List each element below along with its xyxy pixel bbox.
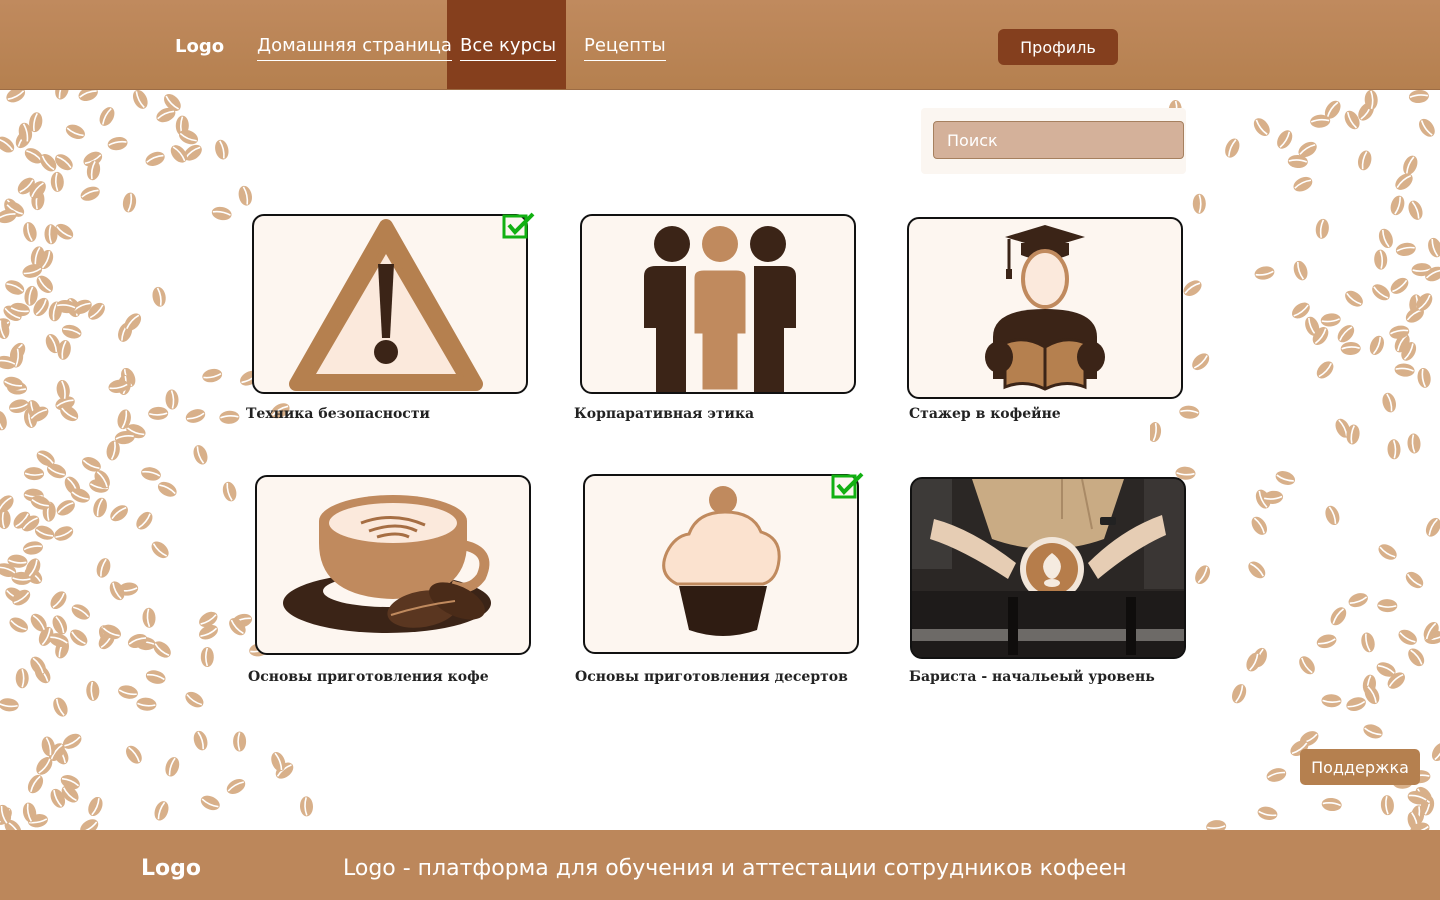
course-title[interactable]: Основы приготовления десертов	[575, 669, 848, 685]
team-icon	[644, 226, 796, 392]
search-panel	[921, 108, 1186, 174]
barista-latte-photo	[912, 479, 1184, 657]
course-image[interactable]	[907, 217, 1183, 399]
course-image[interactable]	[255, 475, 531, 655]
nav-link-all-courses[interactable]: Все курсы	[460, 35, 557, 61]
coffee-cup-icon	[283, 495, 491, 633]
footer: Logo Logo - платформа для обучения и атт…	[0, 830, 1440, 900]
course-title[interactable]: Основы приготовления кофе	[248, 669, 489, 685]
search-input[interactable]	[933, 121, 1184, 159]
nav-link-recipes[interactable]: Рецепты	[584, 35, 666, 61]
course-image[interactable]	[580, 214, 856, 394]
footer-tagline: Logo - платформа для обучения и аттестац…	[343, 856, 1127, 881]
graduate-reading-icon	[985, 225, 1105, 391]
course-image[interactable]	[583, 474, 859, 654]
course-image[interactable]	[910, 477, 1186, 659]
top-navigation-bar: Logo Домашняя страница Все курсы Рецепты…	[0, 0, 1440, 90]
footer-logo: Logo	[141, 856, 201, 881]
warning-icon	[289, 219, 483, 391]
course-title[interactable]: Стажер в кофейне	[909, 406, 1061, 422]
coffee-beans-decoration-right	[1150, 89, 1440, 830]
completed-check-icon	[831, 472, 864, 499]
course-title[interactable]: Корпаративная этика	[574, 406, 754, 422]
profile-button[interactable]: Профиль	[998, 29, 1118, 65]
coffee-beans-decoration-left	[0, 89, 320, 830]
support-button[interactable]: Поддержка	[1300, 749, 1420, 785]
course-title[interactable]: Техника безопасности	[246, 406, 430, 422]
course-image[interactable]	[252, 214, 528, 394]
course-title[interactable]: Бариста - начальеый уровень	[909, 669, 1155, 685]
cupcake-icon	[662, 486, 781, 636]
nav-link-home[interactable]: Домашняя страница	[257, 35, 452, 61]
header-logo[interactable]: Logo	[175, 36, 224, 57]
completed-check-icon	[502, 212, 535, 239]
